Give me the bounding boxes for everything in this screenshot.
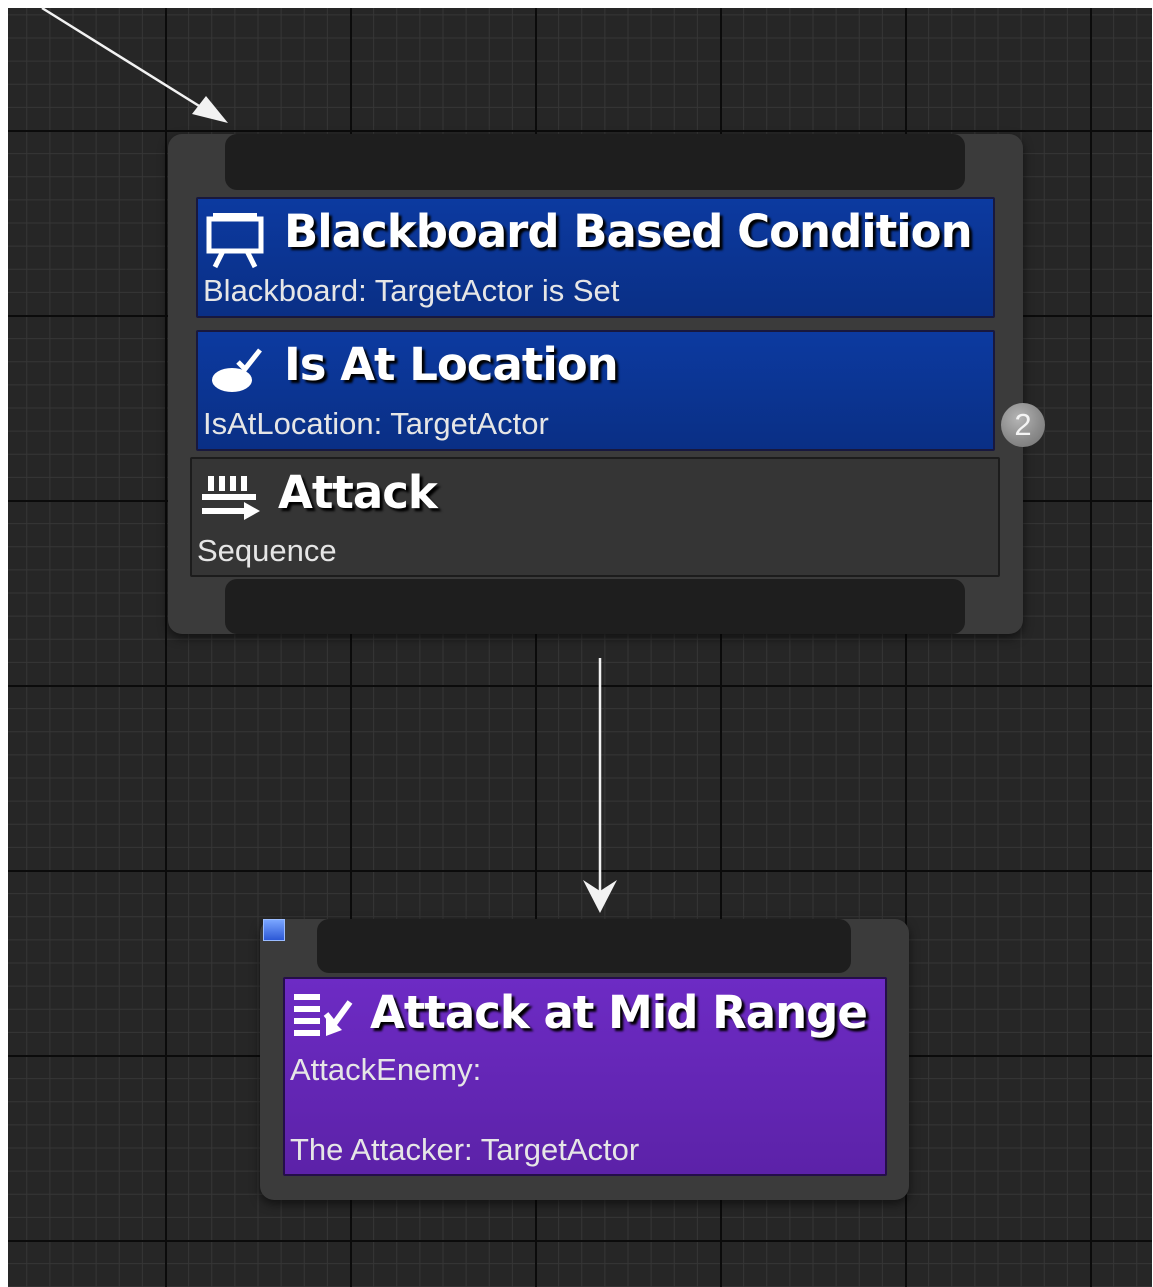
decorator-title: Is At Location [284, 338, 619, 391]
decorator-subtitle: Blackboard: TargetActor is Set [203, 273, 620, 308]
composite-title: Attack [278, 466, 438, 519]
execution-index-badge: 2 [1001, 403, 1045, 447]
input-pin-bar[interactable] [225, 134, 965, 190]
decorator-title: Blackboard Based Condition [284, 205, 973, 258]
task-subtitle-line2: The Attacker: TargetActor [290, 1132, 640, 1167]
location-check-icon [212, 348, 262, 392]
breakpoint-marker [263, 919, 285, 941]
blackboard-icon [206, 213, 264, 269]
task-subtitle-line1: AttackEnemy: [290, 1052, 482, 1087]
sequence-icon [202, 476, 260, 520]
output-pin-bar[interactable] [225, 579, 965, 634]
task-input-pin-bar[interactable] [317, 919, 851, 973]
composite-subtitle: Sequence [197, 533, 337, 568]
task-title: Attack at Mid Range [370, 986, 868, 1039]
decorator-subtitle: IsAtLocation: TargetActor [203, 406, 549, 441]
task-icon [294, 994, 353, 1036]
